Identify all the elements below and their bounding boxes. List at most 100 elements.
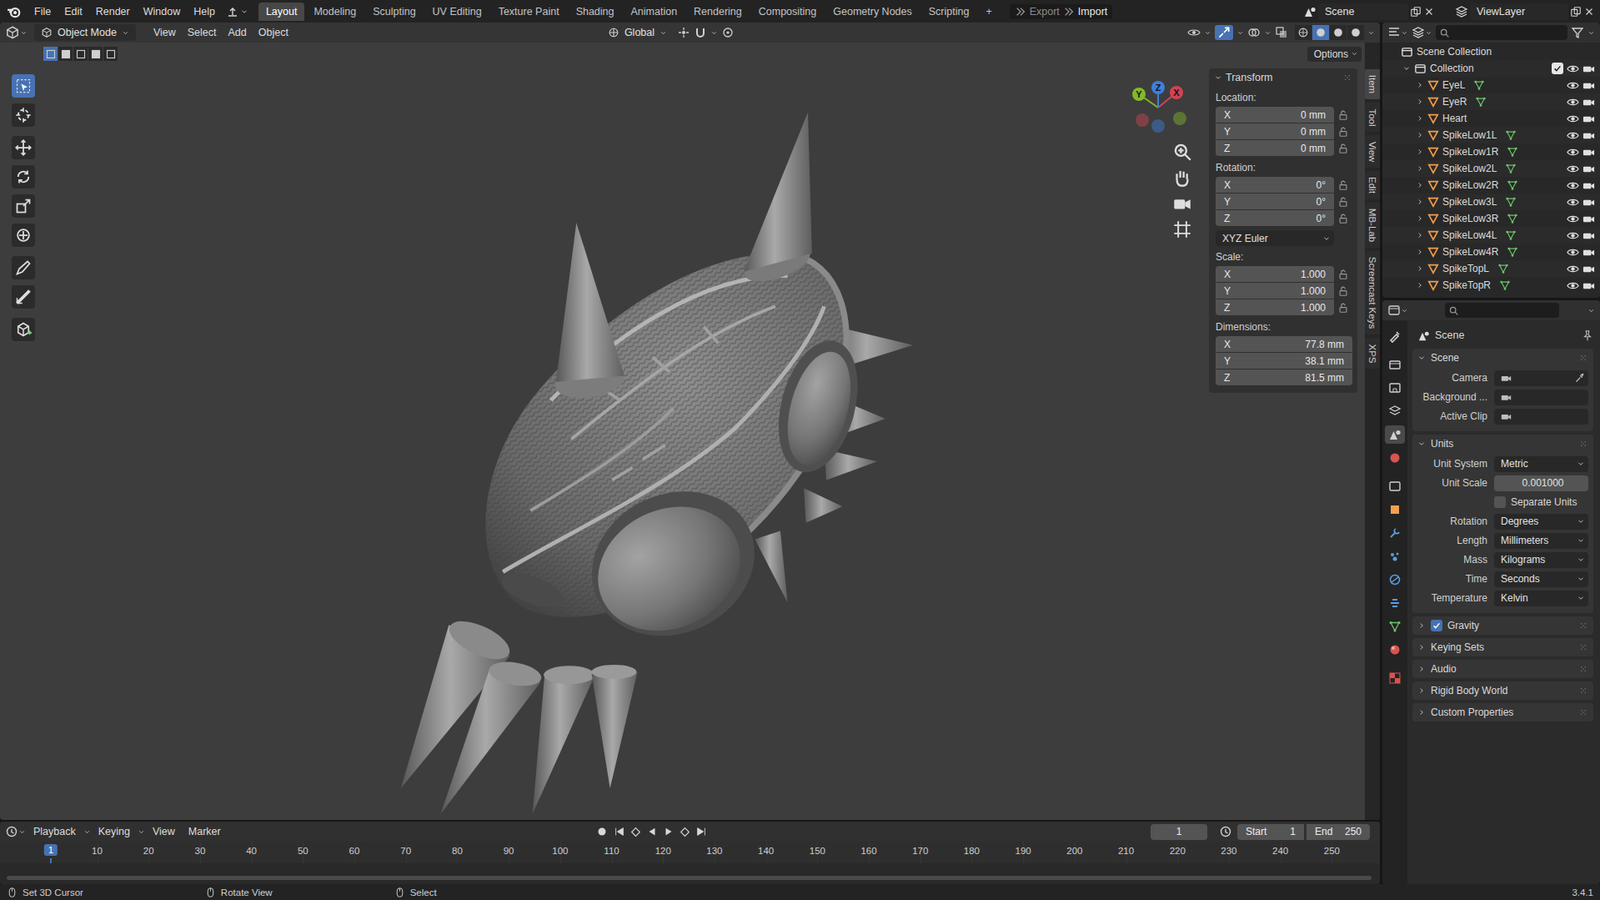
gizmo-toggle-icon[interactable]: [1214, 25, 1234, 41]
menu-item[interactable]: Help: [187, 3, 221, 21]
add-cube-tool[interactable]: [11, 317, 36, 342]
number-field[interactable]: Z0°: [1215, 210, 1335, 226]
dropdown-icon[interactable]: [137, 827, 146, 836]
field-value[interactable]: 1.000: [1300, 285, 1326, 297]
sidebar-tab[interactable]: XPS: [1364, 337, 1380, 369]
field-value[interactable]: 0 mm: [1300, 125, 1326, 138]
mode-dropdown[interactable]: Object Mode: [34, 24, 136, 41]
timeline-menu[interactable]: View: [146, 822, 181, 840]
3d-viewport[interactable]: XYZObject ModeViewSelectAddObjectGlobalO…: [0, 22, 1380, 820]
outliner-row[interactable]: Heart: [1382, 110, 1600, 127]
sidebar-tab[interactable]: Tool: [1364, 102, 1380, 132]
cursor-tool[interactable]: [11, 103, 36, 127]
render-icon[interactable]: [1582, 62, 1595, 76]
lock-icon[interactable]: [1334, 299, 1353, 316]
menu-item[interactable]: Window: [137, 3, 186, 21]
render-icon[interactable]: [1582, 262, 1595, 276]
expand-icon[interactable]: [1417, 353, 1426, 362]
preview-range-icon[interactable]: [1218, 824, 1233, 838]
panel-title[interactable]: Scene: [1430, 351, 1460, 364]
expand-icon[interactable]: [1415, 97, 1425, 106]
field-value[interactable]: 1.000: [1300, 268, 1326, 281]
lock-icon[interactable]: [1334, 140, 1353, 156]
enum-dropdown[interactable]: Millimeters: [1494, 532, 1589, 549]
expand-icon[interactable]: [1417, 439, 1426, 448]
expand-icon[interactable]: [1415, 230, 1425, 240]
overlays-icon[interactable]: [1247, 25, 1261, 40]
number-field[interactable]: X0°: [1215, 176, 1335, 193]
shading-button[interactable]: [1329, 25, 1347, 41]
field-value[interactable]: Kilograms: [1500, 553, 1545, 566]
grip-icon[interactable]: [1578, 620, 1589, 631]
blender-logo-icon[interactable]: [6, 4, 22, 20]
expand-icon[interactable]: [1415, 147, 1425, 156]
row-name[interactable]: SpikeLow1L: [1442, 129, 1497, 141]
close-icon[interactable]: [1423, 5, 1435, 18]
export-button[interactable]: Export: [1029, 5, 1060, 18]
outliner-row[interactable]: EyeR: [1382, 93, 1600, 111]
outliner-row[interactable]: SpikeLow2L: [1382, 160, 1600, 177]
mesh-data-icon[interactable]: [1474, 95, 1487, 108]
camera-view-icon[interactable]: [1171, 192, 1194, 215]
lock-icon[interactable]: [1334, 123, 1353, 140]
scene-icon[interactable]: [1303, 5, 1317, 19]
panel-title[interactable]: Keying Sets: [1430, 641, 1485, 653]
tab-label[interactable]: Tool: [1367, 108, 1378, 126]
dropdown-icon[interactable]: [1367, 29, 1375, 37]
row-name[interactable]: SpikeLow2L: [1442, 162, 1497, 175]
row-name[interactable]: EyeL: [1442, 79, 1465, 91]
tab-label[interactable]: View: [1367, 140, 1378, 162]
outliner-row[interactable]: SpikeTopL: [1382, 260, 1600, 277]
editor-type[interactable]: [1387, 25, 1409, 40]
workspace-tab[interactable]: Sculpting: [365, 2, 423, 21]
panel-header[interactable]: Scene: [1412, 348, 1594, 367]
mesh-data-icon[interactable]: [1506, 179, 1519, 191]
row-name[interactable]: Collection: [1429, 62, 1475, 75]
enum-dropdown[interactable]: Kilograms: [1494, 551, 1589, 568]
row-name[interactable]: Heart: [1442, 112, 1467, 125]
select-mode-button[interactable]: [58, 46, 73, 61]
row-name[interactable]: SpikeLow3R: [1442, 212, 1499, 225]
xray-icon[interactable]: [1274, 25, 1289, 40]
menu-item[interactable]: Edit: [58, 3, 89, 21]
viewport-menu[interactable]: Add: [222, 24, 253, 41]
upload-menu[interactable]: [225, 5, 249, 19]
panel-checkbox[interactable]: [1430, 619, 1443, 632]
row-name[interactable]: SpikeLow2R: [1442, 179, 1499, 191]
field-value[interactable]: Seconds: [1500, 572, 1540, 585]
rotation-mode[interactable]: XYZ Euler: [1222, 232, 1269, 245]
number-field[interactable]: 0.001000: [1494, 475, 1589, 492]
close-icon[interactable]: [1583, 5, 1595, 18]
panel-header[interactable]: Custom Properties: [1412, 702, 1594, 722]
current-frame-field[interactable]: 1: [1150, 823, 1208, 840]
lock-icon[interactable]: [1334, 176, 1353, 193]
outliner-row[interactable]: SpikeLow1R: [1382, 143, 1600, 161]
panel-header[interactable]: Gravity: [1412, 616, 1594, 635]
mesh-data-icon[interactable]: [1506, 245, 1519, 258]
lock-icon[interactable]: [1334, 106, 1353, 123]
snap-icon[interactable]: [693, 25, 708, 40]
number-field[interactable]: X1.000: [1215, 265, 1335, 282]
eye-icon[interactable]: [1566, 179, 1580, 192]
render-icon[interactable]: [1582, 229, 1595, 242]
panel-header[interactable]: Transform: [1208, 68, 1358, 87]
field-value[interactable]: Metric: [1500, 457, 1529, 470]
mesh-data-icon[interactable]: [1497, 262, 1510, 275]
panel-title[interactable]: Rigid Body World: [1430, 684, 1508, 697]
render-icon[interactable]: [1582, 129, 1595, 142]
render-icon[interactable]: [1582, 179, 1595, 192]
select-mode-button[interactable]: [43, 46, 58, 61]
menu-item[interactable]: Render: [90, 3, 136, 21]
row-name[interactable]: Scene Collection: [1416, 45, 1492, 58]
expand-icon[interactable]: [1417, 707, 1426, 717]
row-name[interactable]: SpikeTopR: [1442, 279, 1491, 291]
outliner-row[interactable]: Collection: [1382, 60, 1600, 77]
grip-icon[interactable]: [1578, 438, 1589, 449]
shading-button[interactable]: [1347, 25, 1365, 41]
eye-icon[interactable]: [1566, 162, 1580, 176]
field-value[interactable]: 0°: [1316, 212, 1326, 225]
eye-icon[interactable]: [1566, 62, 1580, 76]
outliner-row[interactable]: SpikeTopR: [1382, 276, 1600, 294]
grip-icon[interactable]: [1578, 642, 1589, 653]
checkbox-label[interactable]: Separate Units: [1510, 496, 1577, 508]
